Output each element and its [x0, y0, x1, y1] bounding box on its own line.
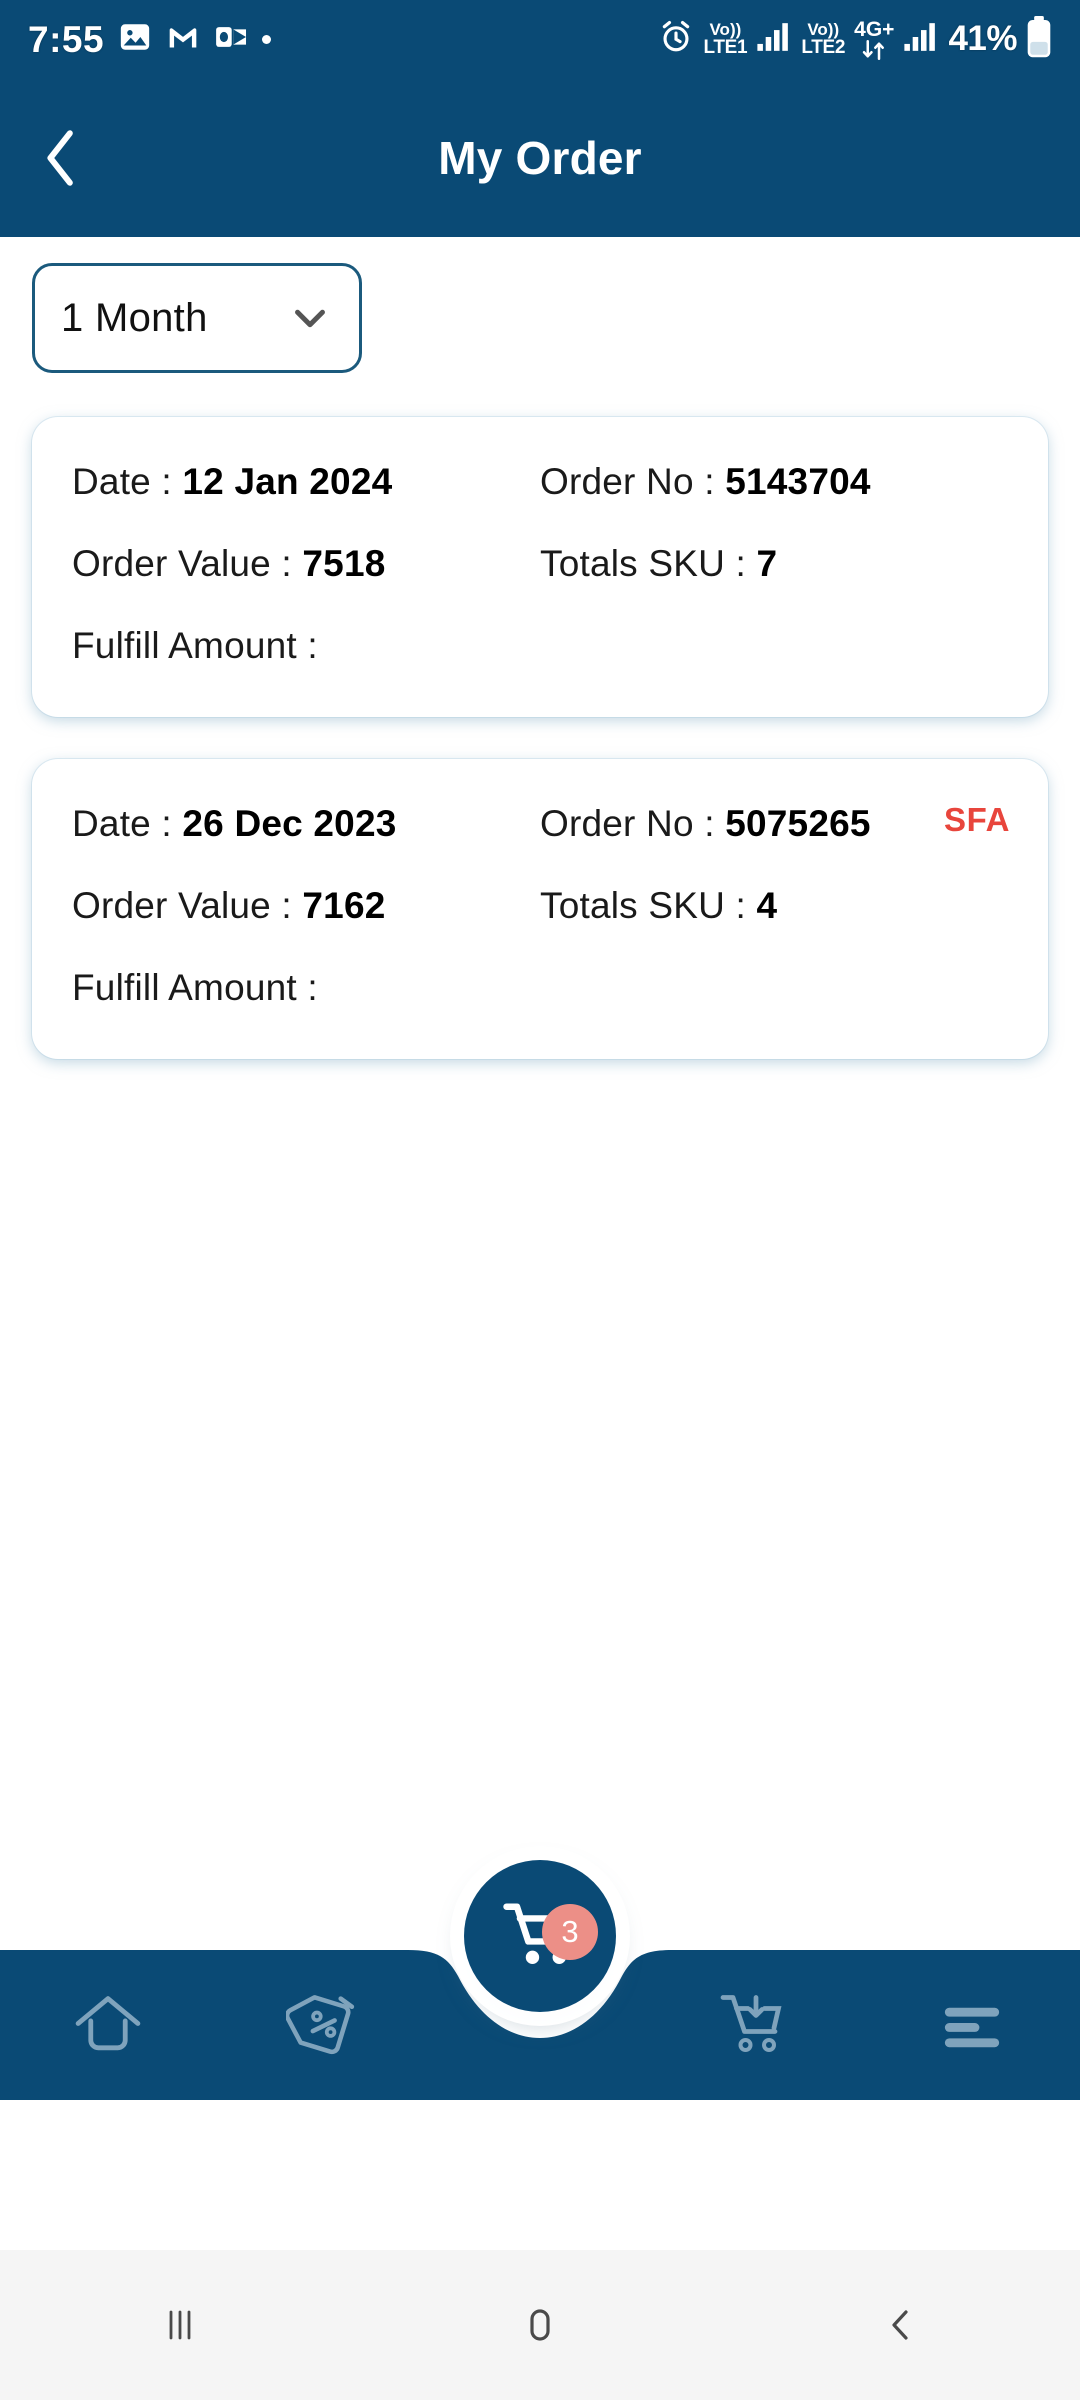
order-number: Order No : 5075265 [540, 803, 871, 844]
back-chevron-icon [892, 2310, 908, 2340]
back-chevron-icon [47, 129, 73, 186]
order-fulfill-cell: Fulfill Amount : [72, 625, 540, 667]
app-root: 7:55 Vo)) LTE1 Vo)) LTE2 4G+ 41% My Orde… [0, 0, 1080, 2400]
chevron-down-icon [287, 295, 333, 341]
order-fulfill-cell: Fulfill Amount : [72, 967, 540, 1009]
gmail-icon [166, 20, 200, 59]
cart-fab-button[interactable]: 3 [464, 1860, 616, 2012]
battery-icon [1026, 15, 1052, 63]
period-filter-dropdown[interactable]: 1 Month [32, 263, 362, 373]
status-bar-right: Vo)) LTE1 Vo)) LTE2 4G+ 41% [658, 15, 1052, 63]
sim1-volte-label: Vo)) LTE1 [703, 20, 748, 58]
order-no-cell: Order No : 5143704 [540, 461, 1008, 503]
page-title: My Order [438, 131, 642, 184]
status-bar-left: 7:55 [28, 18, 272, 60]
alarm-icon [658, 19, 694, 60]
page-content: 1 Month Date : 12 Jan 2024 Order No: 51… [0, 237, 1080, 2100]
order-card[interactable]: Date : 12 Jan 2024 Order No : 5143704 Or… [32, 417, 1048, 717]
status-badge: SFA [944, 801, 1010, 838]
hamburger-menu-icon [944, 2007, 1000, 2048]
nav-item-offers[interactable] [216, 1950, 432, 2100]
order-value-cell: Order Value : 7162 [72, 885, 540, 927]
period-filter-value: 1 Month [61, 295, 208, 340]
order-sku-cell: Totals SKU : 7 [540, 543, 1008, 585]
status-bar-clock: 7:55 [28, 18, 105, 60]
order-sku-cell: Totals SKU : 4 [540, 885, 1008, 927]
filter-row: 1 Month [0, 237, 1080, 373]
home-icon [75, 1996, 141, 2051]
order-value: Order Value : 7518 [72, 543, 386, 584]
order-date: Date : 26 Dec 2023 [72, 803, 397, 844]
photos-icon [118, 20, 152, 59]
order-card-row: Fulfill Amount : [72, 625, 1008, 667]
android-home-button[interactable] [360, 2301, 720, 2349]
status-bar: 7:55 Vo)) LTE1 Vo)) LTE2 4G+ 41% [0, 0, 1080, 78]
signal-bars-sim1-icon [756, 21, 792, 58]
cart-badge-count: 3 [542, 1904, 598, 1960]
order-card-row: Fulfill Amount : [72, 967, 1008, 1009]
order-date-cell: Date : 26 Dec 2023 [72, 803, 540, 845]
dot-indicator-icon [262, 34, 272, 44]
order-card-row: Order Value : 7518 Totals SKU : 7 [72, 543, 1008, 585]
order-total-sku: Totals SKU : 7 [540, 543, 778, 584]
order-no-cell: Order No : 5075265 [540, 803, 1008, 845]
header-back-button[interactable] [26, 123, 96, 193]
order-value: Order Value : 7162 [72, 885, 386, 926]
recents-icon [169, 2310, 191, 2340]
sim2-volte-label: Vo)) LTE2 [801, 20, 846, 58]
order-number: Order No : 5143704 [540, 461, 871, 502]
cart-download-icon [720, 1995, 782, 2052]
order-empty-cell [540, 967, 1008, 1009]
order-empty-cell [540, 625, 1008, 667]
order-date-cell: Date : 12 Jan 2024 [72, 461, 540, 503]
order-fulfill-amount: Fulfill Amount : [72, 625, 318, 666]
order-date: Date : 12 Jan 2024 [72, 461, 393, 502]
battery-percent-label: 41% [948, 19, 1017, 58]
order-value-cell: Order Value : 7518 [72, 543, 540, 585]
nav-item-orders[interactable] [648, 1950, 864, 2100]
discount-tag-icon [286, 1995, 355, 2055]
signal-bars-sim2-icon [903, 21, 939, 58]
outlook-icon [214, 20, 248, 59]
home-pill-icon [530, 2309, 550, 2341]
orders-list: Date : 12 Jan 2024 Order No : 5143704 Or… [0, 373, 1080, 1059]
android-system-nav [0, 2250, 1080, 2400]
android-recents-button[interactable] [0, 2301, 360, 2349]
nav-item-menu[interactable] [864, 1950, 1080, 2100]
order-card-row: Order Value : 7162 Totals SKU : 4 [72, 885, 1008, 927]
order-card[interactable]: SFA Date : 26 Dec 2023 Order No : 507526… [32, 759, 1048, 1059]
order-total-sku: Totals SKU : 4 [540, 885, 778, 926]
nav-item-home[interactable] [0, 1950, 216, 2100]
order-fulfill-amount: Fulfill Amount : [72, 967, 318, 1008]
order-card-row: Date : 26 Dec 2023 Order No : 5075265 [72, 803, 1008, 845]
order-card-row: Date : 12 Jan 2024 Order No : 5143704 [72, 461, 1008, 503]
app-header: My Order [0, 78, 1080, 237]
android-back-button[interactable] [720, 2301, 1080, 2349]
network-type-label: 4G+ [854, 19, 894, 60]
